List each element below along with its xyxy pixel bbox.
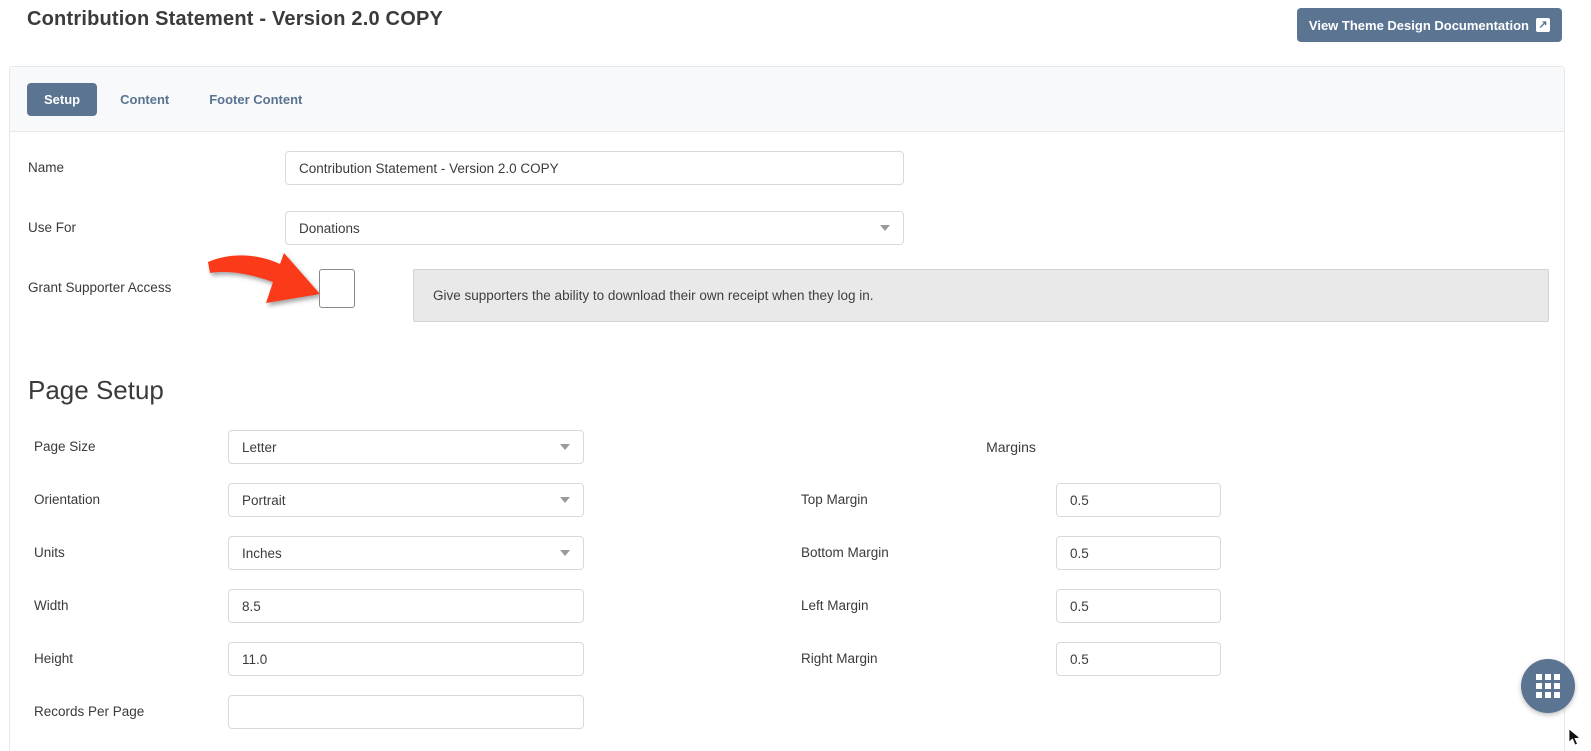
- apps-grid-fab-button[interactable]: [1521, 659, 1575, 713]
- units-selected-value: Inches: [242, 545, 282, 561]
- name-input[interactable]: [285, 151, 904, 185]
- view-theme-design-documentation-button[interactable]: View Theme Design Documentation ↗: [1296, 8, 1562, 42]
- page-size-selected-value: Letter: [242, 439, 277, 455]
- left-margin-input[interactable]: [1056, 589, 1221, 623]
- chevron-down-icon: [560, 444, 570, 450]
- doc-button-label: View Theme Design Documentation: [1308, 17, 1529, 33]
- grant-supporter-access-checkbox[interactable]: [319, 269, 355, 308]
- mouse-cursor-icon: [1568, 728, 1582, 746]
- bottom-margin-input[interactable]: [1056, 536, 1221, 570]
- name-label: Name: [28, 160, 65, 175]
- units-label: Units: [34, 545, 65, 560]
- tab-content[interactable]: Content: [103, 83, 186, 116]
- page-size-select[interactable]: Letter: [228, 430, 584, 464]
- right-margin-label: Right Margin: [801, 651, 878, 666]
- grant-supporter-access-label: Grant Supporter Access: [28, 280, 172, 295]
- settings-card: Setup Content Footer Content Name Use Fo…: [9, 66, 1565, 751]
- width-input[interactable]: [228, 589, 584, 623]
- grid-icon: [1536, 674, 1560, 698]
- orientation-select[interactable]: Portrait: [228, 483, 584, 517]
- page-setup-heading: Page Setup: [28, 375, 164, 405]
- chevron-down-icon: [560, 497, 570, 503]
- use-for-select[interactable]: Donations: [285, 211, 904, 245]
- records-per-page-label: Records Per Page: [34, 704, 145, 719]
- use-for-selected-value: Donations: [299, 220, 360, 236]
- top-margin-input[interactable]: [1056, 483, 1221, 517]
- use-for-label: Use For: [28, 220, 77, 235]
- height-label: Height: [34, 651, 74, 666]
- top-margin-label: Top Margin: [801, 492, 868, 507]
- page-title: Contribution Statement - Version 2.0 COP…: [27, 8, 444, 30]
- tab-footer-content[interactable]: Footer Content: [192, 83, 319, 116]
- margins-heading: Margins: [986, 439, 1036, 455]
- left-margin-label: Left Margin: [801, 598, 869, 613]
- grant-supporter-access-help: Give supporters the ability to download …: [413, 269, 1549, 322]
- records-per-page-input[interactable]: [228, 695, 584, 729]
- height-input[interactable]: [228, 642, 584, 676]
- orientation-label: Orientation: [34, 492, 101, 507]
- page-size-label: Page Size: [34, 439, 96, 454]
- chevron-down-icon: [880, 225, 890, 231]
- red-annotation-arrow-icon: [208, 253, 320, 303]
- tab-setup[interactable]: Setup: [27, 82, 98, 116]
- bottom-margin-label: Bottom Margin: [801, 545, 889, 560]
- tab-bar: Setup Content Footer Content: [10, 67, 1564, 132]
- width-label: Width: [34, 598, 69, 613]
- grant-supporter-access-help-text: Give supporters the ability to download …: [433, 288, 874, 303]
- units-select[interactable]: Inches: [228, 536, 584, 570]
- chevron-down-icon: [560, 550, 570, 556]
- external-link-icon: ↗: [1536, 18, 1550, 32]
- right-margin-input[interactable]: [1056, 642, 1221, 676]
- orientation-selected-value: Portrait: [242, 492, 286, 508]
